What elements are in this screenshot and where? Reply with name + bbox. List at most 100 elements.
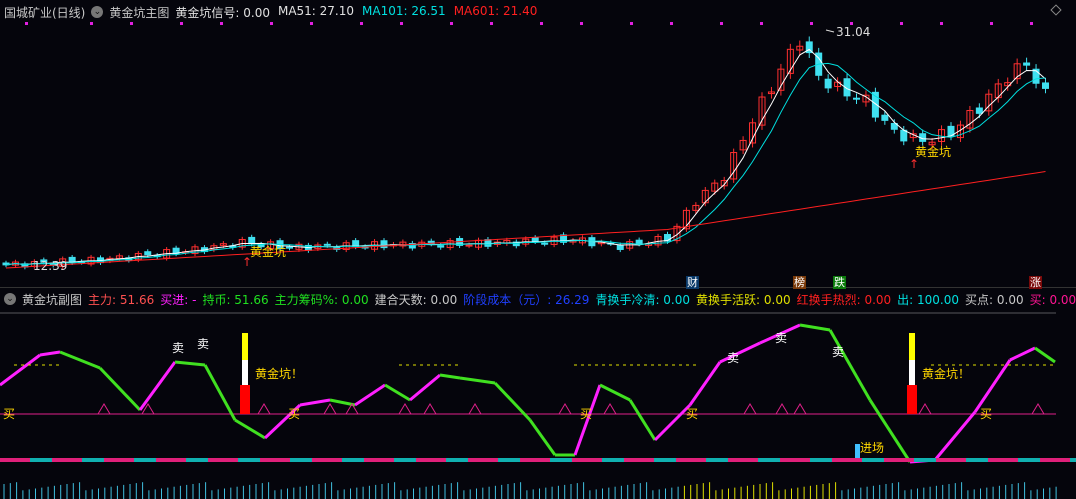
oscillator-segment bbox=[599, 383, 631, 402]
candle bbox=[484, 239, 492, 247]
status-strip bbox=[572, 458, 602, 462]
ma601-line bbox=[5, 171, 1046, 269]
status-strip bbox=[290, 458, 312, 462]
chevron-down-icon[interactable]: ⌄ bbox=[91, 6, 104, 18]
signal-dot bbox=[310, 22, 313, 25]
signal-dot bbox=[540, 22, 543, 25]
kline-chart[interactable]: 31.0412.39黄金坑黄金坑↑↑黄金坑！ 黄金坑！买买买买买卖 卖卖卖卖进场 bbox=[0, 0, 1076, 499]
sub-indicator-value: 买点: 0.00 bbox=[965, 292, 1024, 307]
status-strip bbox=[706, 458, 728, 462]
candle bbox=[465, 244, 473, 247]
signal-dot bbox=[810, 22, 813, 25]
oscillator-segment bbox=[799, 323, 831, 332]
status-strip bbox=[780, 458, 810, 462]
status-strip bbox=[156, 458, 186, 462]
candle bbox=[541, 242, 549, 245]
oscillator-segment bbox=[138, 361, 177, 411]
candle bbox=[881, 114, 889, 121]
status-strip bbox=[832, 458, 862, 462]
sub-indicator-value: 持币: 51.66 bbox=[202, 292, 269, 307]
oscillator-segment bbox=[973, 359, 1012, 413]
buy-label: 买 bbox=[288, 407, 300, 421]
oscillator-segment bbox=[59, 350, 101, 370]
signal-dot bbox=[940, 22, 943, 25]
main-indicator-value: MA601: 21.40 bbox=[453, 3, 538, 18]
status-strip bbox=[342, 458, 364, 462]
triangle-marker bbox=[775, 403, 789, 415]
main-indicator-value: 黄金坑信号: 0.00 bbox=[175, 5, 270, 20]
signal-bar bbox=[909, 360, 915, 385]
triangle-marker bbox=[423, 403, 437, 415]
status-strip bbox=[676, 458, 706, 462]
candle bbox=[1042, 82, 1049, 89]
triangle-marker bbox=[323, 403, 337, 415]
signal-dot bbox=[1030, 22, 1033, 25]
candle bbox=[900, 129, 908, 142]
status-strip bbox=[966, 458, 988, 462]
status-strip bbox=[238, 458, 260, 462]
buy-label: 买 bbox=[580, 407, 592, 421]
candle bbox=[437, 245, 445, 248]
sub-indicator-value: 买进: - bbox=[160, 292, 197, 307]
oscillator-segment bbox=[1009, 346, 1036, 362]
status-strip bbox=[624, 458, 654, 462]
up-arrow-icon: ↑ bbox=[242, 255, 252, 269]
news-tag-zhang[interactable]: 涨 bbox=[1029, 276, 1042, 289]
triangle-marker bbox=[1031, 403, 1045, 415]
oscillator-segment bbox=[1034, 346, 1056, 364]
triangle-marker bbox=[468, 403, 482, 415]
status-strip bbox=[186, 458, 208, 462]
sell-label: 卖 bbox=[832, 345, 844, 359]
status-strip bbox=[914, 458, 936, 462]
candle bbox=[144, 251, 152, 256]
main-indicator-name[interactable]: 黄金坑主图 bbox=[109, 4, 169, 21]
news-tag-bang[interactable]: 榜 bbox=[793, 276, 806, 289]
oscillator-segment bbox=[828, 329, 872, 401]
status-strip bbox=[936, 458, 966, 462]
sub-indicator-name[interactable]: 黄金坑副图 bbox=[22, 291, 82, 308]
oscillator-segment bbox=[299, 398, 331, 407]
status-strip bbox=[364, 458, 394, 462]
status-strip bbox=[550, 458, 572, 462]
candle bbox=[286, 246, 293, 249]
status-strip bbox=[1040, 458, 1070, 462]
oscillator-segment bbox=[203, 364, 237, 421]
status-strip bbox=[988, 458, 1018, 462]
signal-dot bbox=[270, 22, 273, 25]
status-strip bbox=[520, 458, 550, 462]
oscillator-segment bbox=[174, 360, 206, 367]
oscillator-segment bbox=[409, 373, 441, 402]
sub-indicator-value: 建合天数: 0.00 bbox=[374, 292, 458, 307]
candle bbox=[824, 78, 832, 89]
oscillator-segment bbox=[234, 418, 266, 440]
signal-dot bbox=[130, 22, 133, 25]
triangle-marker bbox=[793, 403, 807, 415]
news-tag-cai[interactable]: 财 bbox=[686, 276, 699, 289]
news-tag-die[interactable]: 跌 bbox=[833, 276, 846, 289]
signal-dot bbox=[25, 22, 28, 25]
sell-label: 卖 bbox=[775, 331, 787, 345]
signal-bar bbox=[242, 360, 248, 385]
up-arrow-icon: ↑ bbox=[909, 157, 919, 171]
main-chart-header: 国城矿业(日线) ⌄ 黄金坑主图 黄金坑信号: 0.00 MA51: 27.10 M… bbox=[0, 3, 537, 21]
signal-dot bbox=[490, 22, 493, 25]
candle bbox=[616, 244, 624, 250]
golden-pit-label: 黄金坑 bbox=[250, 244, 286, 259]
oscillator-segment bbox=[0, 353, 41, 387]
sell-label: 卖 bbox=[197, 337, 209, 351]
signal-dot bbox=[360, 22, 363, 25]
oscillator-segment bbox=[719, 341, 761, 364]
chevron-down-icon[interactable]: ⌄ bbox=[4, 293, 16, 305]
signal-dot bbox=[670, 22, 673, 25]
low-price-label: 12.39 bbox=[33, 259, 67, 273]
status-strip bbox=[602, 458, 624, 462]
status-strip bbox=[468, 458, 498, 462]
main-indicator-value: MA51: 27.10 bbox=[277, 3, 355, 18]
sub-indicator-value: 阶段成本（元）: 26.29 bbox=[463, 292, 590, 307]
signal-dot bbox=[630, 22, 633, 25]
sub-indicator-value: 主力: 51.66 bbox=[88, 292, 155, 307]
status-strip bbox=[260, 458, 290, 462]
signal-dot bbox=[180, 22, 183, 25]
status-strip bbox=[0, 458, 30, 462]
sell-label: 卖 bbox=[172, 341, 184, 355]
